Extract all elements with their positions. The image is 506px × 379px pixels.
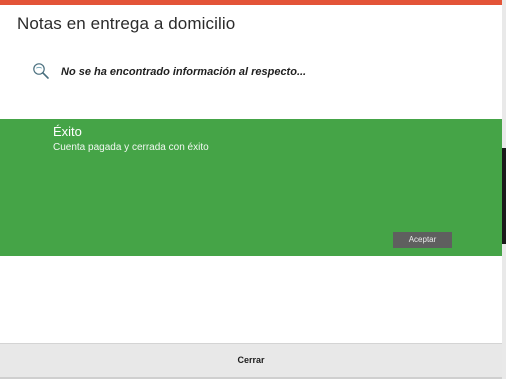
accept-button[interactable]: Aceptar xyxy=(393,232,452,248)
toast-title: Éxito xyxy=(53,124,82,139)
top-accent-bar xyxy=(0,0,502,5)
toast-message: Cuenta pagada y cerrada con éxito xyxy=(53,142,209,153)
scrollbar-thumb[interactable] xyxy=(502,148,506,244)
empty-notes-message: No se ha encontrado información al respe… xyxy=(61,66,307,78)
search-icon xyxy=(33,63,49,79)
dialog-title: Notas en entrega a domicilio xyxy=(17,14,236,33)
notes-dialog: Notas en entrega a domicilio No se ha en… xyxy=(0,0,506,379)
close-button[interactable]: Cerrar xyxy=(0,343,502,377)
